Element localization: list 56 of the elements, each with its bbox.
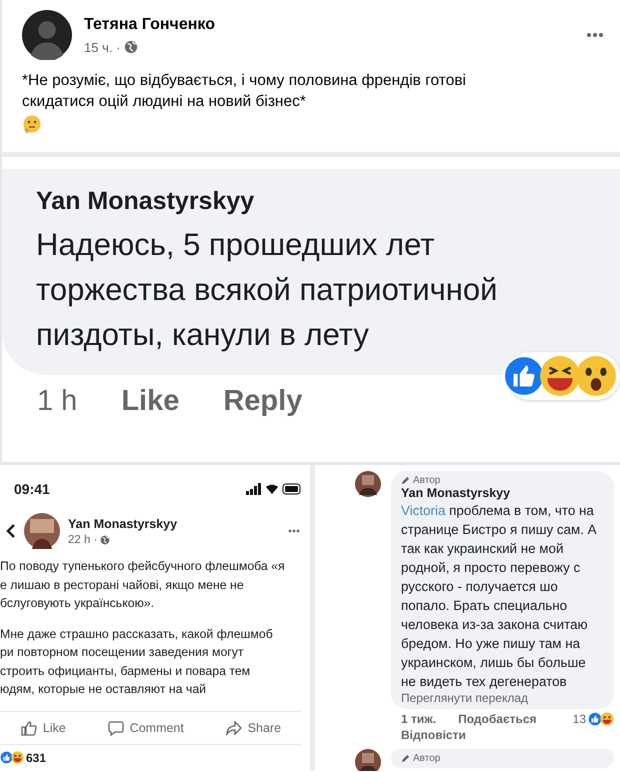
like-reaction-icon	[588, 712, 602, 726]
author-label: Автор	[413, 475, 440, 486]
globe-icon	[100, 534, 110, 544]
avatar[interactable]	[24, 513, 60, 549]
reply-link[interactable]: Відповісти	[391, 727, 614, 745]
pencil-icon	[401, 754, 410, 763]
author-name[interactable]: Тетяна Гонченко	[84, 16, 574, 34]
more-icon[interactable]	[586, 32, 604, 38]
status-icons	[246, 483, 302, 495]
post-text: *Не розуміє, що відбувається, і чому половина френдів готові скидатися оцій людині на новий бізнес*	[22, 71, 468, 112]
pencil-icon	[401, 476, 410, 485]
reaction-count: 631	[26, 750, 46, 764]
post-text-line: строить официанты, бармены и повара тем	[0, 662, 252, 680]
commenter-name[interactable]: Yan Monastyrskyy	[401, 486, 604, 501]
comment-action-link[interactable]: Like	[121, 385, 180, 418]
post-text-line: юдям, которые не оставляют на чай	[0, 681, 208, 698]
laughing-reaction-icon	[11, 751, 24, 764]
reaction-count: 13	[572, 711, 586, 727]
like-link[interactable]: Подобається	[458, 711, 536, 727]
comment-time[interactable]: 1 тиж.	[401, 711, 436, 727]
post-text-line: Мне даже страшно рассказать, какой флешмоб	[0, 626, 274, 642]
mention-link[interactable]: Victoria	[401, 503, 446, 518]
comment-time[interactable]: 1 h	[37, 385, 78, 418]
post-action-button[interactable]: Share	[248, 720, 282, 734]
more-icon[interactable]	[288, 529, 300, 533]
surprised-reaction-icon	[575, 355, 617, 397]
status-time: 09:41	[14, 481, 50, 497]
thinking-emoji-icon	[22, 114, 42, 134]
avatar[interactable]	[355, 471, 381, 497]
commenter-name[interactable]: Yan Monastyrskyy	[36, 187, 620, 216]
author-label: Автор	[413, 753, 440, 764]
post-time[interactable]: 15 ч. ·	[84, 40, 120, 54]
share-icon	[226, 720, 242, 736]
comment-text: Victoria проблема в том, что на странице Бистро я пишу сам. А так как украинский не мой родной, я просто перевожу с русского - получается шо попало. Брать специально человека из-за закона считаю бредом. Но уже пишу там на украинском, лишь бы больше не видеть тех дегенератов	[401, 502, 598, 691]
post-time[interactable]: 22 h ·	[68, 534, 98, 546]
comment-action-link[interactable]: Reply	[223, 385, 302, 418]
post-text-line: е лишаю в ресторані чайові, якщо мене не	[0, 576, 245, 594]
post-action-button[interactable]: Comment	[130, 720, 184, 734]
post-text-line: ри повторном посещении заведения могут	[0, 644, 245, 661]
globe-icon	[124, 40, 138, 54]
like-reaction-icon	[0, 751, 13, 764]
translation-link[interactable]: Переглянути переклад	[401, 691, 604, 705]
back-icon[interactable]	[6, 523, 16, 539]
post-text-line: бслуговують українською».	[0, 595, 156, 612]
comment-text: пиздоты, канули в лету	[36, 316, 370, 354]
post-text-line: По поводу тупенького фейсбучного флешмоба «я	[0, 558, 286, 575]
comment-text: Надеюсь, 5 прошедших лет	[36, 226, 436, 264]
comment-text: торжества всякой патриотичной	[36, 271, 498, 309]
like-icon	[20, 720, 37, 736]
comment-icon	[108, 720, 124, 736]
laughing-reaction-icon	[539, 355, 581, 397]
avatar[interactable]	[22, 10, 72, 60]
avatar[interactable]	[355, 749, 381, 771]
laughing-reaction-icon	[600, 712, 614, 726]
author-name[interactable]: Yan Monastyrskyy	[68, 516, 280, 530]
post-action-button[interactable]: Like	[42, 720, 66, 734]
